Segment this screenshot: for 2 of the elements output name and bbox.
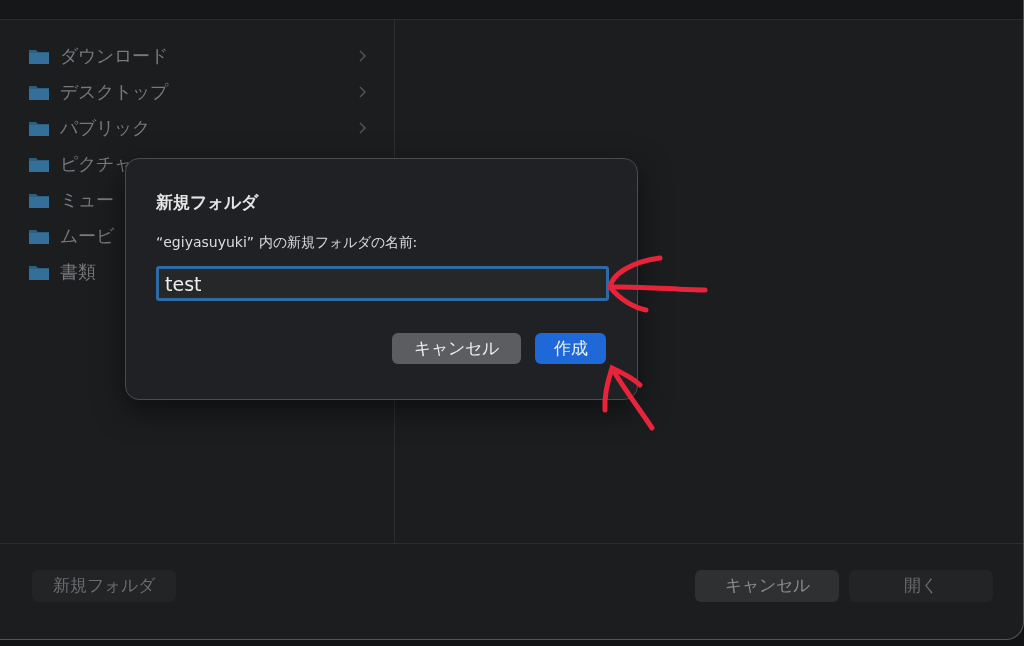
prompt-text: “egiyasuyuki” 内の新規フォルダの名前:	[156, 234, 419, 252]
dialog-title: 新規フォルダ	[156, 191, 260, 214]
